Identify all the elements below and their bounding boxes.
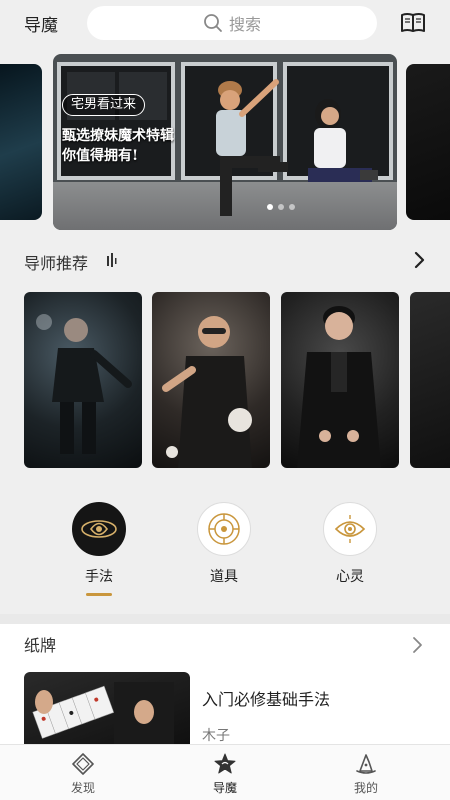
search-bar[interactable]: 搜索 (87, 6, 377, 40)
category-mind[interactable]: 心灵 (323, 502, 377, 586)
lesson-author: 木子 (202, 728, 230, 744)
tab-mine[interactable]: 我的 (321, 745, 411, 800)
sleight-of-hand-emblem-icon (81, 520, 117, 538)
banner-tag: 宅男看过来 (62, 94, 146, 116)
mentor-list (0, 292, 450, 468)
cards-section-title: 纸牌 (24, 636, 57, 655)
bottom-tab-bar: 发现 导魔 我的 (0, 744, 450, 800)
tab-label: 我的 (353, 781, 378, 795)
mentors-section-title: 导师推荐 (24, 254, 89, 273)
wizard-star-icon (214, 753, 236, 774)
banner-headline-line2: 你值得拥有! (62, 148, 139, 164)
carousel-dot (289, 204, 295, 210)
category-icon-circle (197, 502, 251, 556)
banner-headline: 甄选撩妹魔术特辑 你值得拥有! (62, 126, 174, 166)
category-props[interactable]: 道具 (197, 502, 251, 586)
top-bar: 导魔 搜索 (0, 0, 450, 46)
cards-section: 纸牌 入门必修基础手法 木子 (0, 614, 450, 754)
category-icon-circle (323, 502, 377, 556)
tab-daomo[interactable]: 导魔 (180, 745, 270, 800)
banner-current-slide[interactable]: 宅男看过来 甄选撩妹魔术特辑 你值得拥有! (53, 54, 397, 230)
search-placeholder: 搜索 (228, 15, 261, 34)
mentor-photo (36, 314, 132, 454)
carousel-dot (267, 204, 273, 210)
lesson-thumbnail[interactable] (24, 672, 190, 754)
diamond-compass-icon (72, 753, 94, 775)
section-divider (0, 614, 450, 624)
mentors-more-chevron-icon[interactable] (412, 251, 426, 269)
mentor-card[interactable] (152, 292, 270, 468)
category-label: 道具 (210, 569, 238, 585)
category-label: 手法 (85, 569, 113, 585)
mentor-photo (162, 316, 252, 468)
wizard-hat-icon (356, 754, 376, 774)
playing-cards-image (32, 682, 174, 754)
tab-label: 导魔 (212, 781, 237, 795)
tab-label: 发现 (70, 781, 95, 795)
mentor-card[interactable] (281, 292, 399, 468)
carousel-dot (278, 204, 284, 210)
props-emblem-icon (208, 513, 240, 545)
category-selected-indicator (86, 593, 112, 596)
banner-prev-slide[interactable] (0, 64, 42, 220)
banner-carousel[interactable]: 宅男看过来 甄选撩妹魔术特辑 你值得拥有! (0, 54, 450, 230)
cards-more-chevron-icon[interactable] (410, 636, 424, 654)
mentor-photo (297, 306, 381, 468)
carousel-indicator (267, 204, 295, 210)
banner-woman-figure (308, 99, 378, 182)
mentor-card[interactable] (410, 292, 450, 468)
banner-next-slide[interactable] (406, 64, 450, 220)
category-label: 心灵 (336, 569, 364, 585)
search-icon (204, 14, 222, 32)
mentor-card[interactable] (24, 292, 142, 468)
category-icon-circle (72, 502, 126, 556)
sound-bars-icon (107, 253, 117, 267)
lesson-title[interactable]: 入门必修基础手法 (202, 686, 330, 710)
category-sleight[interactable]: 手法 (72, 502, 126, 596)
tab-discover[interactable]: 发现 (38, 745, 128, 800)
mind-eye-emblem-icon (334, 515, 366, 543)
book-open-icon[interactable] (400, 12, 426, 34)
banner-headline-line1: 甄选撩妹魔术特辑 (62, 128, 174, 144)
app-title: 导魔 (24, 16, 58, 36)
